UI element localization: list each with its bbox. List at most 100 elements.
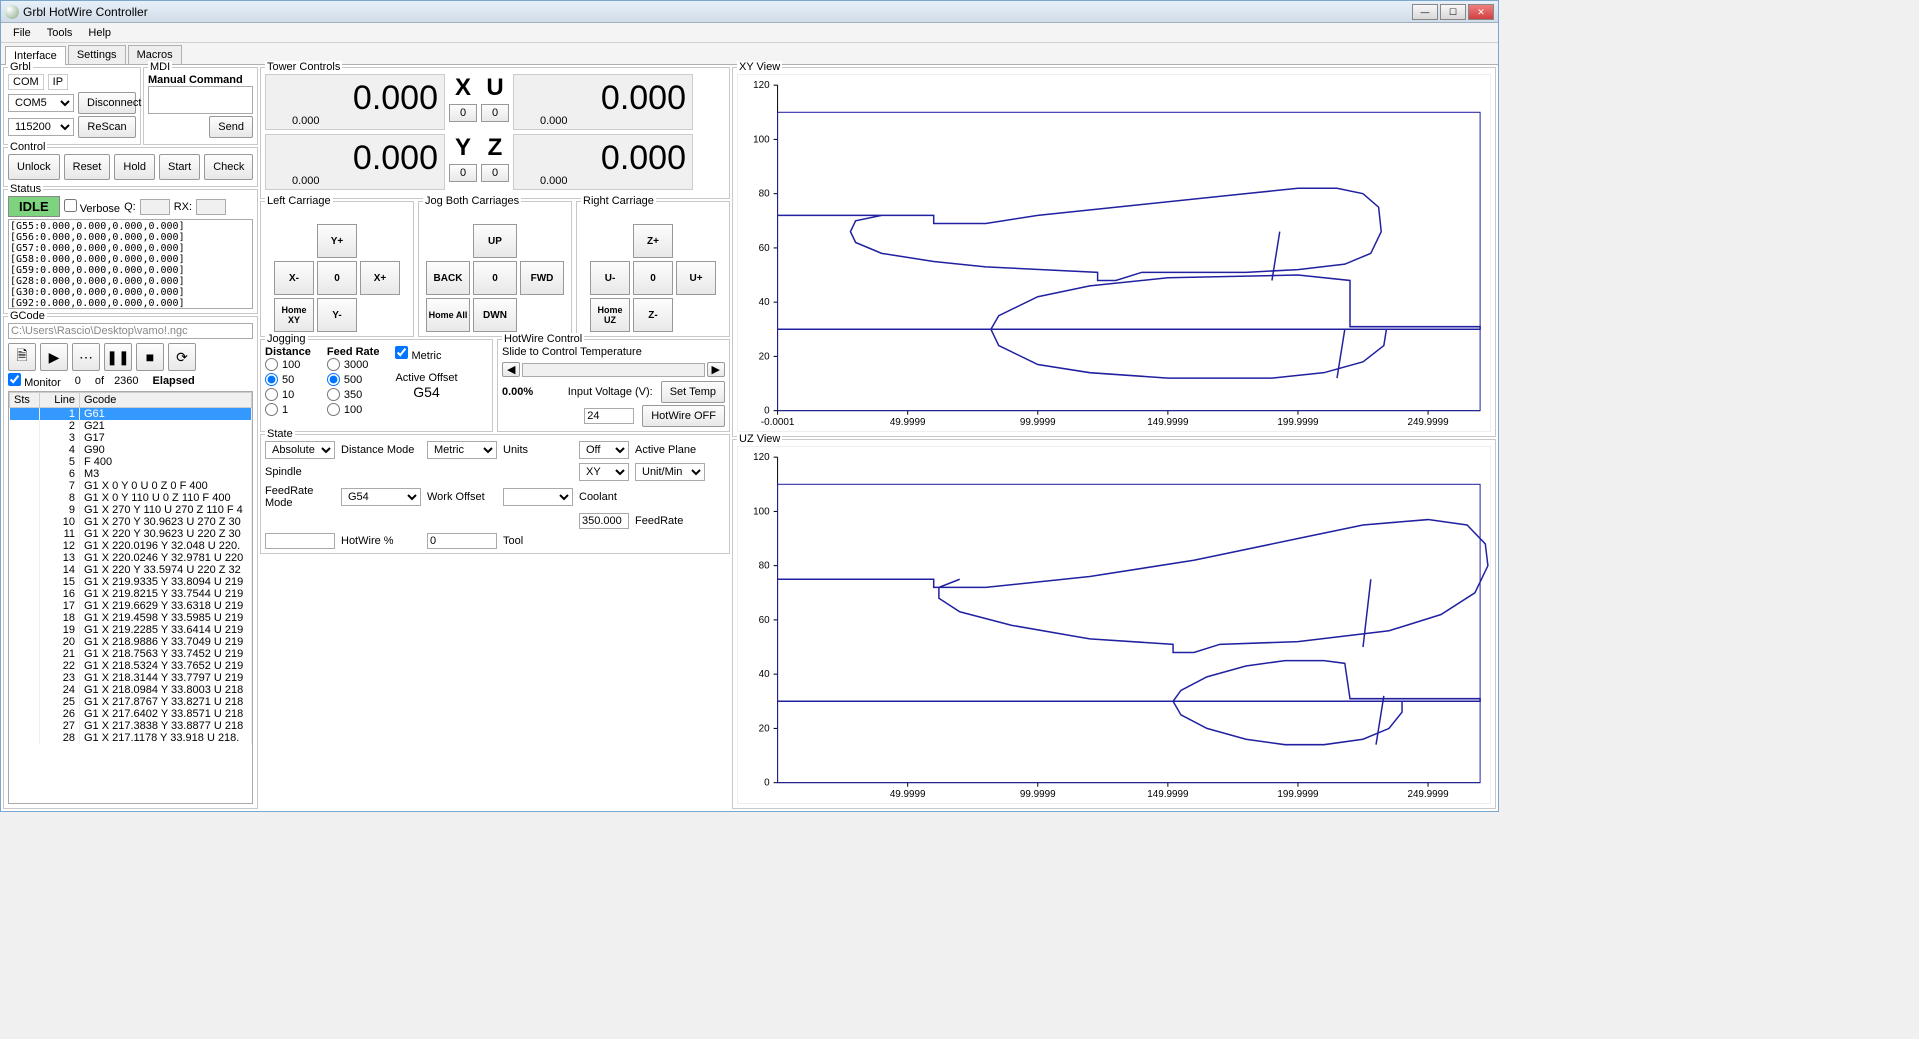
temp-dec-button[interactable]: ◀ bbox=[502, 362, 520, 377]
table-row[interactable]: 7G1 X 0 Y 0 U 0 Z 0 F 400 bbox=[10, 480, 252, 492]
settemp-button[interactable]: Set Temp bbox=[661, 381, 725, 403]
coolant-select[interactable] bbox=[503, 488, 573, 506]
table-row[interactable]: 1G61 bbox=[10, 408, 252, 421]
table-row[interactable]: 5F 400 bbox=[10, 456, 252, 468]
dist-1[interactable]: 1 bbox=[265, 403, 311, 416]
jog-y-plus[interactable]: Y+ bbox=[317, 224, 357, 258]
distance-mode-select[interactable]: Absolute bbox=[265, 441, 335, 459]
open-file-button[interactable]: 🗎 bbox=[8, 343, 36, 371]
table-row[interactable]: 15G1 X 219.9335 Y 33.8094 U 219 bbox=[10, 576, 252, 588]
reload-button[interactable]: ⟳ bbox=[168, 343, 196, 371]
feedrate-value[interactable] bbox=[579, 513, 629, 529]
table-row[interactable]: 24G1 X 218.0984 Y 33.8003 U 218 bbox=[10, 684, 252, 696]
table-row[interactable]: 14G1 X 220 Y 33.5974 U 220 Z 32 bbox=[10, 564, 252, 576]
dist-50[interactable]: 50 bbox=[265, 373, 311, 386]
table-row[interactable]: 16G1 X 219.8215 Y 33.7544 U 219 bbox=[10, 588, 252, 600]
unlock-button[interactable]: Unlock bbox=[8, 154, 60, 180]
jog-x-plus[interactable]: X+ bbox=[360, 261, 400, 295]
mdi-input[interactable] bbox=[148, 86, 253, 114]
monitor-checkbox[interactable]: Monitor bbox=[8, 373, 61, 389]
tab-settings[interactable]: Settings bbox=[68, 45, 126, 64]
home-uz-button[interactable]: Home UZ bbox=[590, 298, 630, 332]
home-xy-button[interactable]: Home XY bbox=[274, 298, 314, 332]
zero-z-button[interactable]: 0 bbox=[481, 164, 509, 182]
jog-u-plus[interactable]: U+ bbox=[676, 261, 716, 295]
jog-z-minus[interactable]: Z- bbox=[633, 298, 673, 332]
table-row[interactable]: 28G1 X 217.1178 Y 33.918 U 218. bbox=[10, 732, 252, 744]
table-row[interactable]: 18G1 X 219.4598 Y 33.5985 U 219 bbox=[10, 612, 252, 624]
menu-file[interactable]: File bbox=[5, 27, 39, 39]
table-row[interactable]: 17G1 X 219.6629 Y 33.6318 U 219 bbox=[10, 600, 252, 612]
table-row[interactable]: 2G21 bbox=[10, 420, 252, 432]
table-row[interactable]: 19G1 X 219.2285 Y 33.6414 U 219 bbox=[10, 624, 252, 636]
xy-chart[interactable]: 020406080100120-0.000149.999999.9999149.… bbox=[737, 74, 1491, 432]
jog-right-zero[interactable]: 0 bbox=[633, 261, 673, 295]
uz-chart[interactable]: 02040608010012049.999999.9999149.9999199… bbox=[737, 446, 1491, 804]
disconnect-button[interactable]: Disconnect bbox=[78, 92, 136, 114]
close-button[interactable]: ✕ bbox=[1468, 4, 1494, 20]
gcode-path[interactable] bbox=[8, 323, 253, 339]
work-offset-select[interactable]: G54 bbox=[341, 488, 421, 506]
stop-button[interactable]: ■ bbox=[136, 343, 164, 371]
check-button[interactable]: Check bbox=[204, 154, 253, 180]
zero-u-button[interactable]: 0 bbox=[481, 104, 509, 122]
jog-x-minus[interactable]: X- bbox=[274, 261, 314, 295]
jog-u-minus[interactable]: U- bbox=[590, 261, 630, 295]
tool-value[interactable] bbox=[427, 533, 497, 549]
jog-back[interactable]: BACK bbox=[426, 261, 470, 295]
com-tab[interactable]: COM bbox=[8, 74, 44, 90]
jog-z-plus[interactable]: Z+ bbox=[633, 224, 673, 258]
temp-inc-button[interactable]: ▶ bbox=[707, 362, 725, 377]
units-select[interactable]: Metric bbox=[427, 441, 497, 459]
jog-both-zero[interactable]: 0 bbox=[473, 261, 517, 295]
table-row[interactable]: 6M3 bbox=[10, 468, 252, 480]
jog-fwd[interactable]: FWD bbox=[520, 261, 564, 295]
baud-select[interactable]: 115200 bbox=[8, 118, 74, 136]
rescan-button[interactable]: ReScan bbox=[78, 116, 136, 138]
table-row[interactable]: 26G1 X 217.6402 Y 33.8571 U 218 bbox=[10, 708, 252, 720]
table-row[interactable]: 20G1 X 218.9886 Y 33.7049 U 219 bbox=[10, 636, 252, 648]
home-all-button[interactable]: Home All bbox=[426, 298, 470, 332]
metric-checkbox[interactable]: Metric bbox=[395, 350, 441, 362]
jog-down[interactable]: DWN bbox=[473, 298, 517, 332]
table-row[interactable]: 10G1 X 270 Y 30.9623 U 270 Z 30 bbox=[10, 516, 252, 528]
table-row[interactable]: 25G1 X 217.8767 Y 33.8271 U 218 bbox=[10, 696, 252, 708]
reset-button[interactable]: Reset bbox=[64, 154, 111, 180]
hold-button[interactable]: Hold bbox=[114, 154, 155, 180]
jog-y-minus[interactable]: Y- bbox=[317, 298, 357, 332]
dist-10[interactable]: 10 bbox=[265, 388, 311, 401]
step-button[interactable]: ⋯ bbox=[72, 343, 100, 371]
jog-up[interactable]: UP bbox=[473, 224, 517, 258]
temp-slider[interactable] bbox=[522, 363, 704, 377]
start-button[interactable]: Start bbox=[159, 154, 200, 180]
hotwire-pct-value[interactable] bbox=[265, 533, 335, 549]
jog-left-zero[interactable]: 0 bbox=[317, 261, 357, 295]
hotwire-off-button[interactable]: HotWire OFF bbox=[642, 405, 725, 427]
menu-tools[interactable]: Tools bbox=[39, 27, 81, 39]
gcode-table[interactable]: Sts Line Gcode 1G612G213G174G905F 4006M3… bbox=[8, 391, 253, 804]
feed-500[interactable]: 500 bbox=[327, 373, 380, 386]
table-row[interactable]: 12G1 X 220.0196 Y 32.048 U 220. bbox=[10, 540, 252, 552]
dist-100[interactable]: 100 bbox=[265, 358, 311, 371]
zero-y-button[interactable]: 0 bbox=[449, 164, 477, 182]
table-row[interactable]: 4G90 bbox=[10, 444, 252, 456]
pause-button[interactable]: ❚❚ bbox=[104, 343, 132, 371]
feed-350[interactable]: 350 bbox=[327, 388, 380, 401]
verbose-checkbox[interactable]: Verbose bbox=[64, 199, 120, 215]
status-log[interactable]: [G55:0.000,0.000,0.000,0.000][G56:0.000,… bbox=[8, 219, 253, 309]
table-row[interactable]: 8G1 X 0 Y 110 U 0 Z 110 F 400 bbox=[10, 492, 252, 504]
send-button[interactable]: Send bbox=[209, 116, 253, 138]
maximize-button[interactable]: ☐ bbox=[1440, 4, 1466, 20]
table-row[interactable]: 11G1 X 220 Y 30.9623 U 220 Z 30 bbox=[10, 528, 252, 540]
active-plane-select[interactable]: XY bbox=[579, 463, 629, 481]
table-row[interactable]: 21G1 X 218.7563 Y 33.7452 U 219 bbox=[10, 648, 252, 660]
menu-help[interactable]: Help bbox=[80, 27, 119, 39]
table-row[interactable]: 23G1 X 218.3144 Y 33.7797 U 219 bbox=[10, 672, 252, 684]
play-button[interactable]: ▶ bbox=[40, 343, 68, 371]
table-row[interactable]: 27G1 X 217.3838 Y 33.8877 U 218 bbox=[10, 720, 252, 732]
port-select[interactable]: COM5 bbox=[8, 94, 74, 112]
spindle-select[interactable]: Off bbox=[579, 441, 629, 459]
minimize-button[interactable]: — bbox=[1412, 4, 1438, 20]
feed-100[interactable]: 100 bbox=[327, 403, 380, 416]
zero-x-button[interactable]: 0 bbox=[449, 104, 477, 122]
